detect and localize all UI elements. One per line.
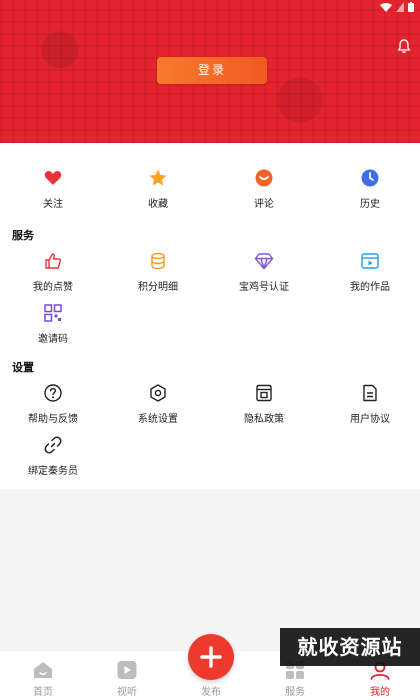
wifi-icon — [380, 3, 392, 12]
clock-icon — [361, 169, 379, 187]
help-feedback-label: 帮助与反馈 — [28, 414, 78, 425]
coins-icon — [151, 252, 165, 270]
tab-video[interactable]: 视听 — [97, 651, 157, 700]
favorites-button[interactable]: 收藏 — [113, 168, 203, 210]
settings-icon — [150, 384, 166, 402]
privacy-policy-button[interactable]: 隐私政策 — [219, 383, 309, 425]
follow-button[interactable]: 关注 — [8, 168, 98, 210]
tab-video-label: 视听 — [117, 687, 137, 698]
invite-code-button[interactable]: 邀请码 — [8, 303, 98, 345]
privacy-policy-label: 隐私政策 — [244, 414, 284, 425]
history-button[interactable]: 历史 — [325, 168, 415, 210]
points-detail-button[interactable]: 积分明细 — [113, 251, 203, 293]
thumbs-up-icon — [45, 253, 61, 269]
my-likes-button[interactable]: 我的点赞 — [8, 251, 98, 293]
publish-button[interactable] — [188, 634, 234, 680]
verification-button[interactable]: 宝鸡号认证 — [219, 251, 309, 293]
tab-home-label: 首页 — [33, 687, 53, 698]
follow-label: 关注 — [43, 199, 63, 210]
points-detail-label: 积分明细 — [138, 282, 178, 293]
history-label: 历史 — [360, 199, 380, 210]
document-icon — [363, 384, 377, 402]
my-likes-label: 我的点赞 — [33, 282, 73, 293]
system-settings-label: 系统设置 — [138, 414, 178, 425]
profile-header: 登录 — [0, 0, 420, 143]
user-agreement-button[interactable]: 用户协议 — [325, 383, 415, 425]
help-icon — [44, 384, 62, 402]
my-works-button[interactable]: 我的作品 — [325, 251, 415, 293]
qr-code-icon — [44, 304, 62, 322]
bind-account-label: 绑定秦务员 — [28, 466, 78, 477]
favorites-label: 收藏 — [148, 199, 168, 210]
invite-code-label: 邀请码 — [38, 334, 68, 345]
bind-account-button[interactable]: 绑定秦务员 — [8, 435, 98, 477]
my-works-label: 我的作品 — [350, 282, 390, 293]
publish-label: 发布 — [201, 687, 221, 698]
home-icon — [34, 662, 52, 678]
star-icon — [149, 169, 167, 186]
comment-icon — [255, 169, 273, 187]
bell-icon[interactable] — [396, 38, 412, 54]
login-button[interactable]: 登录 — [157, 57, 267, 84]
user-agreement-label: 用户协议 — [350, 414, 390, 425]
system-settings-button[interactable]: 系统设置 — [113, 383, 203, 425]
help-feedback-button[interactable]: 帮助与反馈 — [8, 383, 98, 425]
video-icon — [361, 253, 379, 269]
heart-icon — [44, 171, 62, 185]
settings-title: 设置 — [12, 361, 34, 374]
plus-icon — [200, 646, 222, 668]
play-icon — [117, 661, 137, 679]
diamond-icon — [254, 253, 274, 270]
signal-icon — [396, 2, 404, 12]
watermark-banner: 就收资源站 — [280, 628, 420, 666]
tab-services-label: 服务 — [285, 687, 305, 698]
battery-icon — [408, 2, 414, 12]
link-icon — [44, 436, 62, 454]
menu-panel: 关注 收藏 评论 历史 服务 我的点赞 积分明细 宝鸡号认证 我的作品 邀请码 … — [0, 143, 420, 489]
privacy-icon — [256, 384, 272, 402]
status-bar — [380, 2, 414, 12]
tab-home[interactable]: 首页 — [13, 651, 73, 700]
tab-mine-label: 我的 — [370, 687, 390, 698]
services-title: 服务 — [12, 229, 34, 242]
comments-button[interactable]: 评论 — [219, 168, 309, 210]
comments-label: 评论 — [254, 199, 274, 210]
verification-label: 宝鸡号认证 — [239, 282, 289, 293]
